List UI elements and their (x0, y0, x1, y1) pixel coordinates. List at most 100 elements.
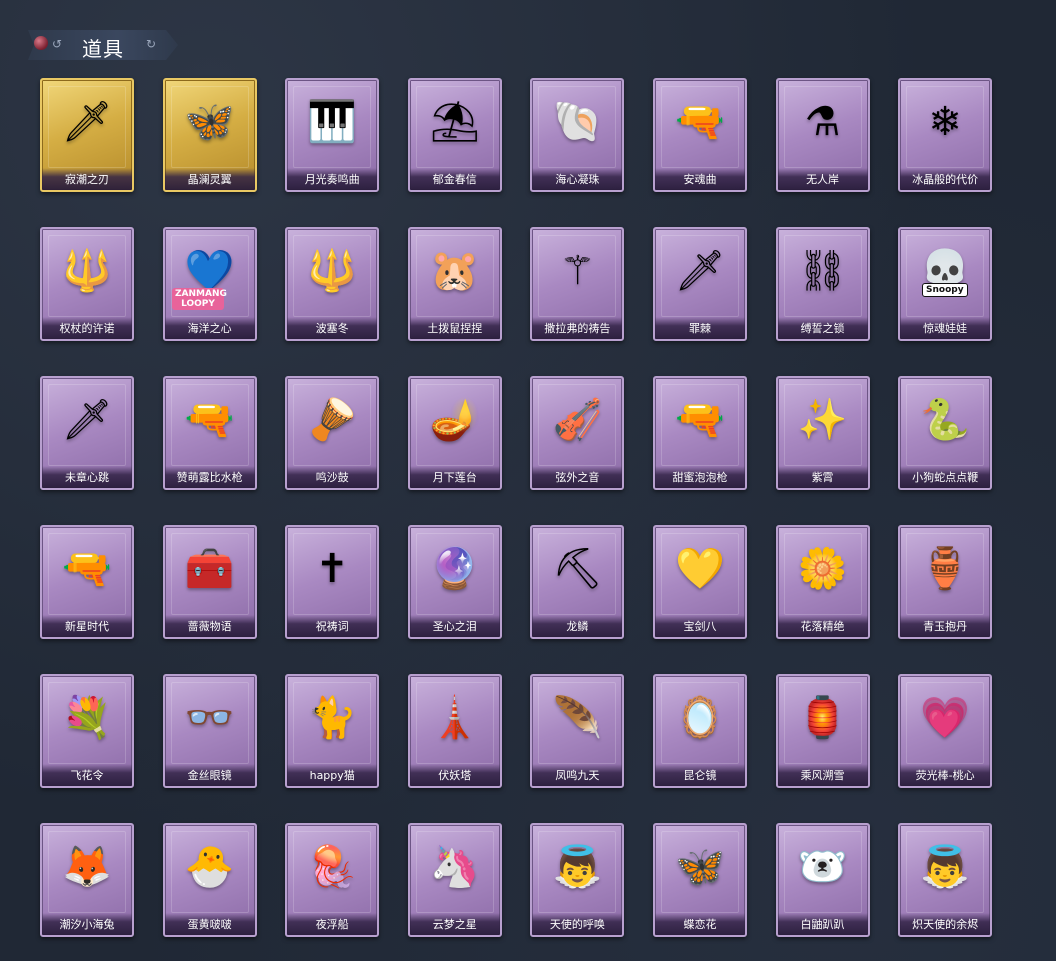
item-card[interactable]: 👓 金丝眼镜 (162, 674, 257, 788)
item-card[interactable]: ✨ 紫霄 (775, 376, 870, 490)
item-grid: 🗡 寂潮之刃 🦋 晶澜灵翼 🎹 月光奏鸣曲 ⛱ 郁金春信 🐚 海心凝珠 🔫 安魂曲 ⚗ 无人岸 ❄ 冰晶般的代… (40, 78, 993, 937)
item-icon: ⛓ (797, 248, 848, 294)
item-card[interactable]: 🌼 花落精绝 (775, 525, 870, 639)
item-card[interactable]: 🦋 蝶恋花 (652, 823, 747, 937)
item-card[interactable]: 🔱 权杖的许诺 (40, 227, 134, 341)
item-card[interactable]: 💐 飞花令 (40, 674, 134, 788)
item-name: 罪棘 (654, 317, 745, 339)
item-name: 青玉抱丹 (900, 615, 991, 637)
item-name: 凤鸣九天 (532, 764, 623, 786)
item-card[interactable]: 💗 荧光棒-桃心 (898, 674, 993, 788)
item-icon: 🐈 (307, 695, 358, 741)
item-card[interactable]: 🗡 罪棘 (652, 227, 747, 341)
item-name: 宝剑八 (654, 615, 745, 637)
item-icon: 💐 (62, 695, 112, 741)
item-card[interactable]: 🦊 潮汐小海兔 (40, 823, 134, 937)
item-card[interactable]: 🏮 乘风溯雪 (775, 674, 870, 788)
item-name: 新星时代 (42, 615, 132, 637)
item-name: happy猫 (287, 764, 378, 786)
item-card[interactable]: 💛 宝剑八 (652, 525, 747, 639)
section-header: ↺ 道具 ↻ (28, 30, 178, 61)
item-name: 潮汐小海兔 (42, 913, 132, 935)
item-icon: ✨ (797, 397, 848, 443)
item-name: 海心凝珠 (532, 168, 623, 190)
item-card[interactable]: 🐹 土拨鼠捏捏 (407, 227, 502, 341)
item-card[interactable]: 🪔 月下莲台 (407, 376, 502, 490)
item-card[interactable]: 🔫 赞萌露比水枪 (162, 376, 257, 490)
item-card[interactable]: ⛏ 龙鳞 (530, 525, 625, 639)
item-name: 花落精绝 (777, 615, 868, 637)
item-icon: 🪼 (307, 844, 358, 890)
item-name: 昆仑镜 (654, 764, 745, 786)
item-card[interactable]: 👼 炽天使的余烬 (898, 823, 993, 937)
item-card[interactable]: 🏺 青玉抱丹 (898, 525, 993, 639)
item-card[interactable]: 🦋 晶澜灵翼 (162, 78, 257, 192)
item-card[interactable]: 🦄 云梦之星 (407, 823, 502, 937)
item-card[interactable]: 🔫 新星时代 (40, 525, 134, 639)
item-name: 土拨鼠捏捏 (409, 317, 500, 339)
item-card[interactable]: ⛓ 缚誓之锁 (775, 227, 870, 341)
item-name: 郁金春信 (409, 168, 500, 190)
item-icon: 🪔 (429, 397, 480, 443)
item-card[interactable]: 🔱 波塞冬 (285, 227, 380, 341)
item-card[interactable]: ✝ 祝祷词 (285, 525, 380, 639)
item-icon: 🪘 (307, 397, 358, 443)
item-icon: 👓 (184, 695, 235, 741)
item-name: 乘风溯雪 (777, 764, 868, 786)
item-icon: 🗼 (429, 695, 480, 741)
item-icon: 🦋 (184, 99, 235, 145)
item-card[interactable]: 🐈 happy猫 (285, 674, 380, 788)
item-card[interactable]: 🔮 圣心之泪 (407, 525, 502, 639)
item-card[interactable]: ⚗ 无人岸 (775, 78, 870, 192)
item-card[interactable]: ⚚ 撒拉弗的祷告 (530, 227, 625, 341)
item-name: 无人岸 (777, 168, 868, 190)
item-card[interactable]: 🗼 伏妖塔 (407, 674, 502, 788)
item-card[interactable]: 🔫 甜蜜泡泡枪 (652, 376, 747, 490)
inventory-page: ↺ 道具 ↻ 🗡 寂潮之刃 🦋 晶澜灵翼 🎹 月光奏鸣曲 ⛱ 郁金春信 🐚 海心凝珠 🔫 安魂曲 ⚗ 无人… (0, 0, 1056, 961)
swirl-right-icon: ↻ (146, 37, 157, 51)
item-name: 月光奏鸣曲 (287, 168, 378, 190)
item-card[interactable]: 🪞 昆仑镜 (652, 674, 747, 788)
item-card[interactable]: 🧰 蔷薇物语 (162, 525, 257, 639)
item-card[interactable]: ⛱ 郁金春信 (407, 78, 502, 192)
item-icon: 🏮 (797, 695, 848, 741)
item-card[interactable]: 🎻 弦外之音 (530, 376, 625, 490)
item-card[interactable]: 🐻‍❄️ 白鼬趴趴 (775, 823, 870, 937)
item-card[interactable]: 🪶 凤鸣九天 (530, 674, 625, 788)
item-icon: 🗡 (674, 248, 726, 294)
item-card[interactable]: 🔫 安魂曲 (652, 78, 747, 192)
item-name: 天使的呼唤 (532, 913, 623, 935)
item-card[interactable]: 🎹 月光奏鸣曲 (285, 78, 380, 192)
item-name: 未章心跳 (42, 466, 132, 488)
item-name: 龙鳞 (532, 615, 623, 637)
item-card[interactable]: 🐚 海心凝珠 (530, 78, 625, 192)
item-name: 云梦之星 (409, 913, 500, 935)
item-name: 飞花令 (42, 764, 132, 786)
item-card[interactable]: 👼 天使的呼唤 (530, 823, 625, 937)
item-card[interactable]: 🪼 夜浮船 (285, 823, 380, 937)
item-card[interactable]: 🪘 鸣沙鼓 (285, 376, 380, 490)
item-icon: 👼 (552, 844, 603, 890)
item-icon: 🐻‍❄️ (797, 844, 848, 890)
item-name: 权杖的许诺 (42, 317, 132, 339)
item-name: 圣心之泪 (409, 615, 500, 637)
loopy-collab-badge: ZANMANG LOOPY (172, 288, 227, 310)
item-card[interactable]: ❄ 冰晶般的代价 (898, 78, 993, 192)
item-card[interactable]: 💙 海洋之心 (162, 227, 257, 341)
item-icon: 🔱 (62, 248, 112, 294)
item-card[interactable]: 🐣 蛋黄啵啵 (162, 823, 257, 937)
item-name: 晶澜灵翼 (164, 168, 255, 190)
item-name: 寂潮之刃 (42, 168, 132, 190)
item-icon: 🎻 (552, 397, 603, 443)
item-icon: 🐣 (184, 844, 235, 890)
item-icon: 💗 (920, 695, 971, 741)
item-name: 冰晶般的代价 (900, 168, 991, 190)
item-card[interactable]: 🐍 小狗蛇点点鞭 (898, 376, 993, 490)
swirl-left-icon: ↺ (52, 37, 63, 51)
item-icon: 🦄 (429, 844, 480, 890)
item-card[interactable]: 🗡 寂潮之刃 (40, 78, 134, 192)
item-name: 蔷薇物语 (164, 615, 255, 637)
item-card[interactable]: 🗡 未章心跳 (40, 376, 134, 490)
item-icon: 🔮 (429, 546, 480, 592)
item-icon: ⛱ (429, 99, 481, 145)
